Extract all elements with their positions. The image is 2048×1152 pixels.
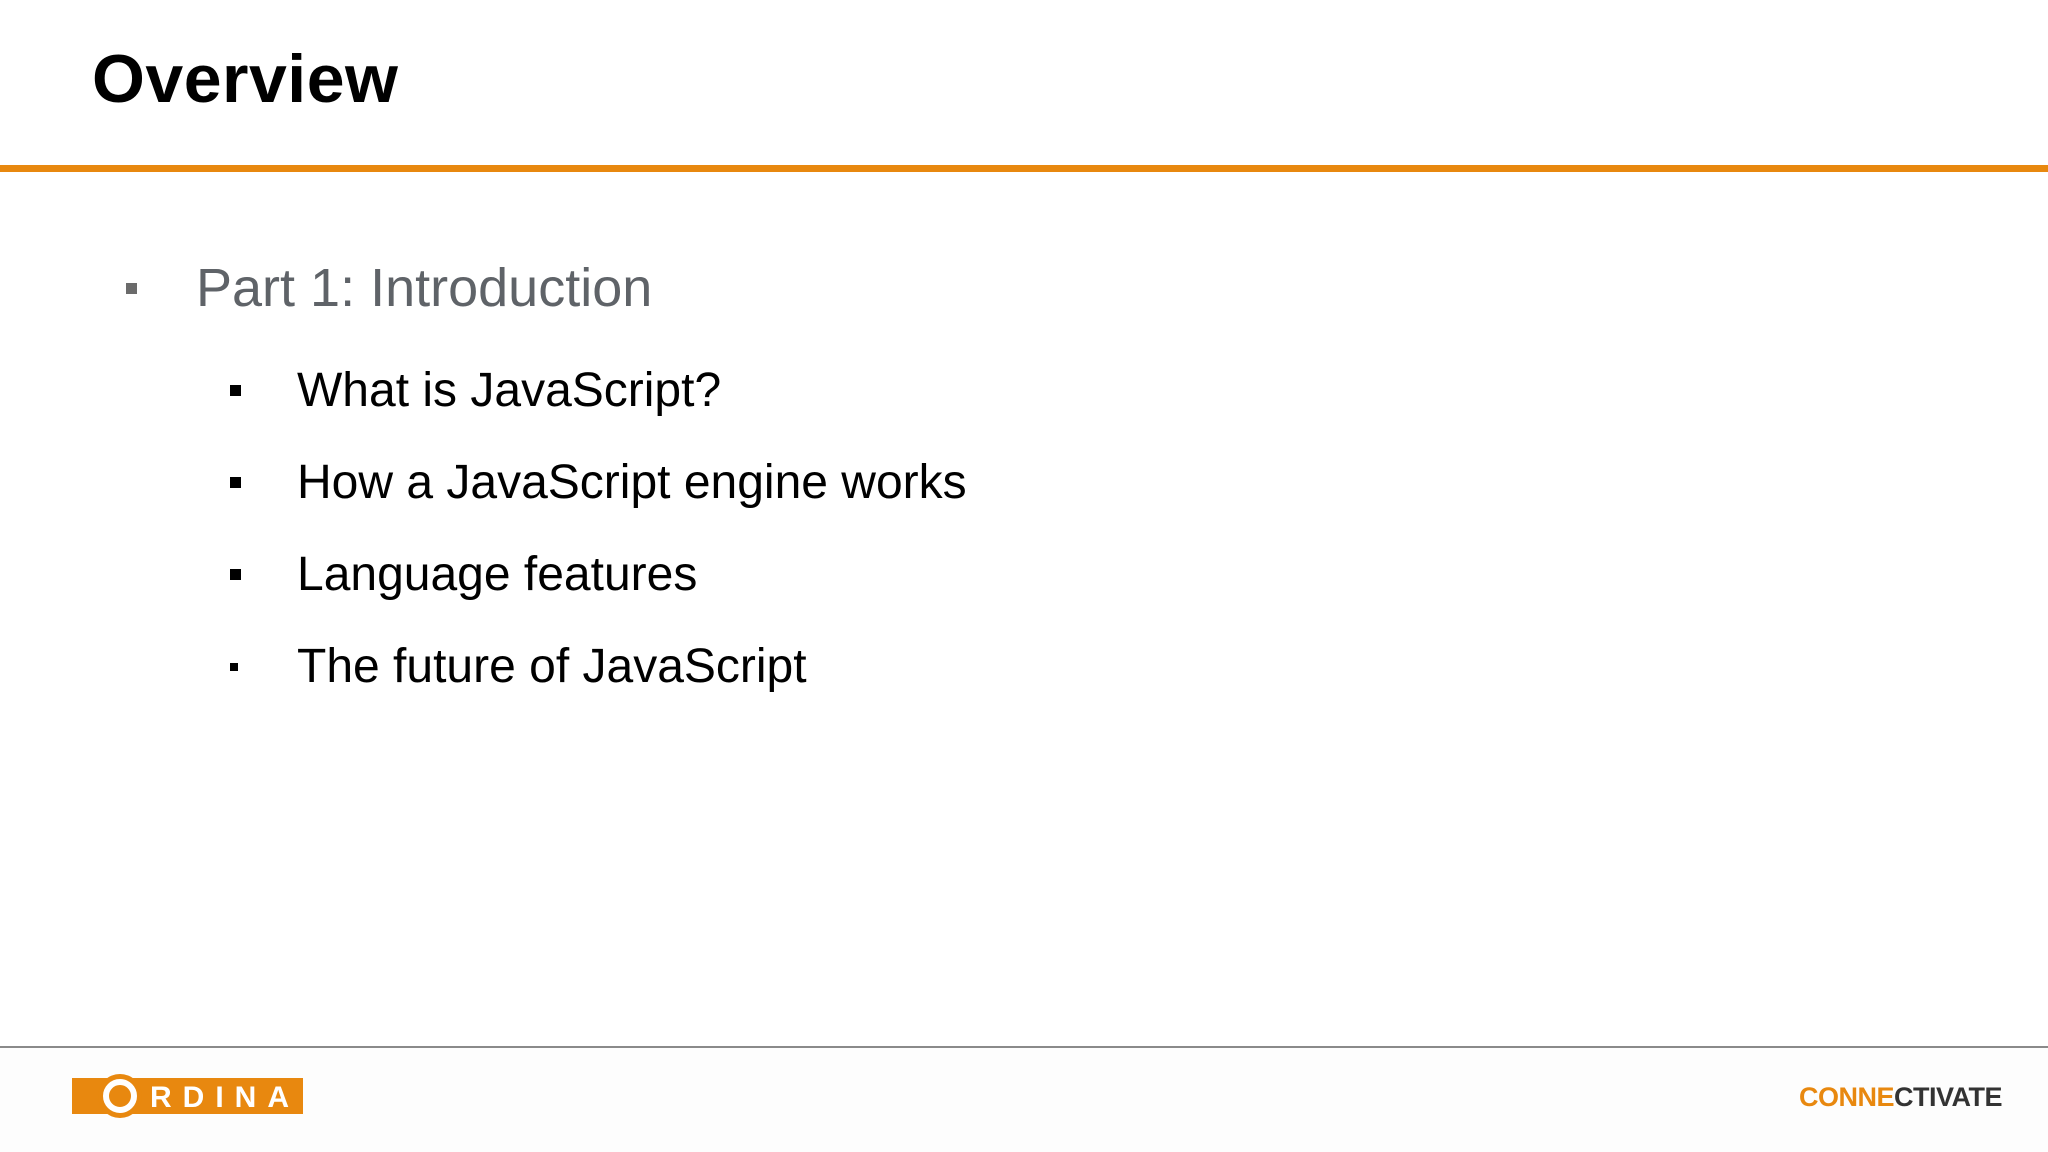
footer — [0, 1048, 2048, 1152]
bullet-level2-text: How a JavaScript engine works — [297, 456, 967, 509]
connectivate-logo: CONNECTIVATE — [1798, 1082, 2003, 1112]
bullet-level2-text: The future of JavaScript — [297, 640, 807, 693]
bullet-level2: What is JavaScript? — [230, 363, 721, 418]
bullet-list: Part 1: Introduction What is JavaScript?… — [0, 0, 2048, 760]
footer-divider — [0, 1046, 2048, 1048]
square-bullet-icon — [230, 385, 241, 396]
bullet-level2: Language features — [230, 547, 697, 602]
bullet-level2-text: Language features — [297, 548, 698, 601]
bullet-level1: Part 1: Introduction — [126, 257, 652, 319]
square-bullet-icon — [230, 569, 241, 580]
square-bullet-icon — [126, 282, 137, 294]
bullet-level2: The future of JavaScript — [230, 639, 807, 694]
square-bullet-icon — [230, 477, 241, 488]
slide: Overview Part 1: Introduction What is Ja… — [0, 0, 2048, 1152]
bullet-level1-text: Part 1: Introduction — [196, 258, 653, 318]
square-bullet-icon — [230, 662, 238, 671]
ordina-logo: RDINA — [72, 1074, 303, 1118]
bullet-level2-text: What is JavaScript? — [297, 364, 722, 417]
bullet-level2: How a JavaScript engine works — [230, 455, 967, 510]
svg-text:RDINA: RDINA — [150, 1081, 300, 1114]
